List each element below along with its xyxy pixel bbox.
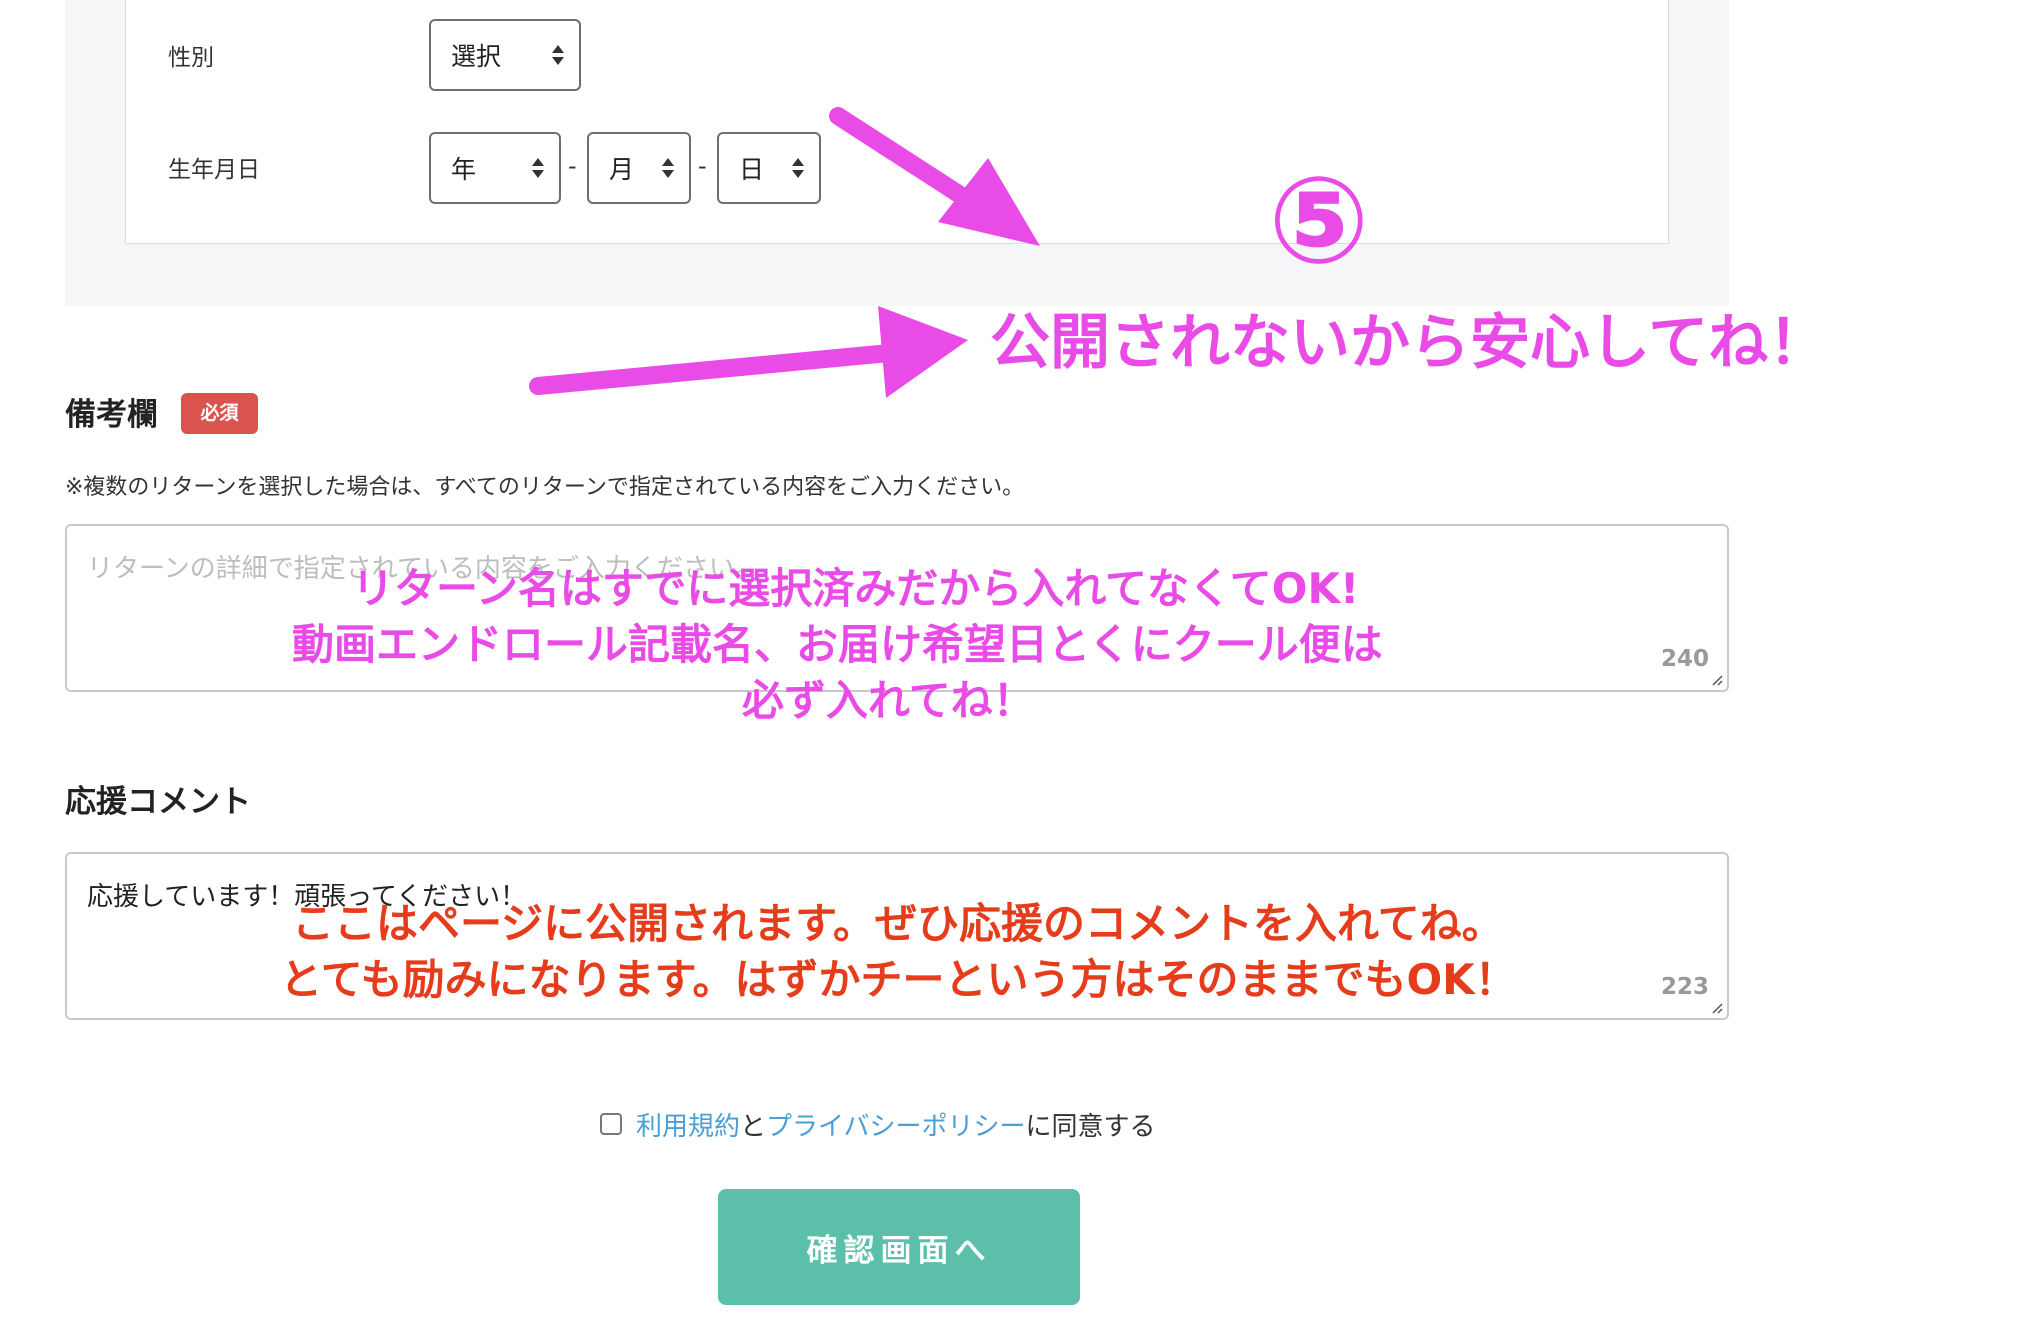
remarks-annotation-line3: 必ず入れてね！ [742,676,1035,725]
private-note-annotation: 公開されないから安心してね！ [990,308,1829,378]
arrow-icon [829,107,1040,246]
step-number-annotation: ⑤ [1268,152,1370,291]
comment-annotation-line2: とても励みになります。はずかチーという方はそのままでもOK！ [280,955,1517,1004]
remarks-annotation-line1: リターン名はすでに選択済みだから入れてなくてOK! [352,564,1360,613]
remarks-annotation-line2: 動画エンドロール記載名、お届け希望日とくにクール便は [292,620,1383,669]
comment-annotation-line1: ここはページに公開されます。ぜひ応援のコメントを入れてね。 [292,899,1504,948]
arrow-icon [529,306,968,398]
